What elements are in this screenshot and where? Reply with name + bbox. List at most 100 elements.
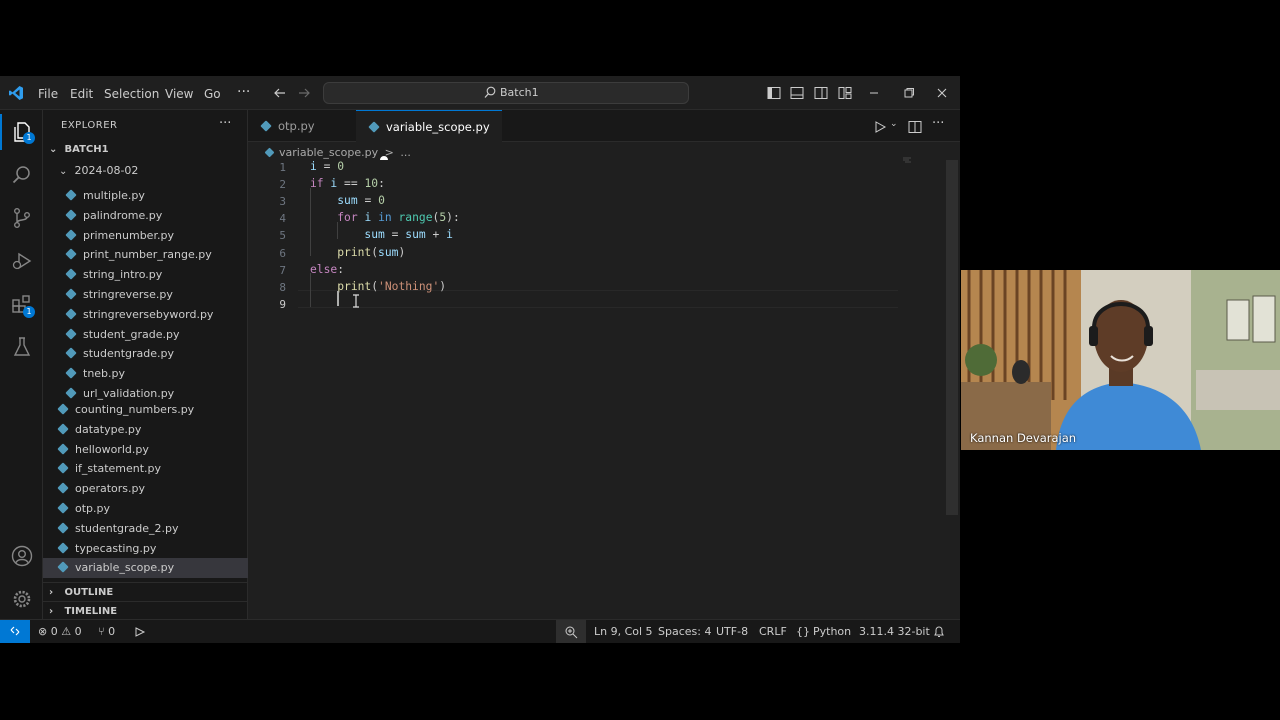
code-line[interactable]: for i in range(5): — [310, 211, 460, 224]
python-file-icon — [65, 209, 77, 221]
code-line[interactable]: sum = 0 — [310, 194, 385, 207]
ports-indicator[interactable]: ⑂ 0 — [98, 625, 115, 638]
problems-indicator[interactable]: ⊗ 0 ⚠ 0 — [38, 625, 82, 638]
source-control-icon[interactable] — [10, 206, 34, 230]
text-cursor-ibeam-icon — [353, 294, 359, 308]
file-item[interactable]: datatype.py — [43, 420, 248, 440]
menu-edit[interactable]: Edit — [70, 87, 93, 101]
code-line[interactable]: print('Nothing') — [310, 280, 446, 293]
minimize-icon[interactable] — [866, 85, 882, 101]
menu-selection[interactable]: Selection — [104, 87, 159, 101]
code-line[interactable]: i = 0 — [310, 160, 344, 173]
cursor-position[interactable]: Ln 9, Col 5 — [594, 625, 653, 638]
editor-more-button[interactable]: ··· — [932, 116, 944, 131]
indentation[interactable]: Spaces: 4 — [658, 625, 711, 638]
testing-icon[interactable] — [10, 335, 34, 359]
remote-button[interactable] — [0, 620, 30, 643]
toggle-primary-sidebar-icon[interactable] — [766, 85, 782, 101]
python-file-icon — [57, 502, 69, 514]
code-line[interactable] — [310, 297, 337, 310]
search-icon — [484, 86, 496, 98]
file-item[interactable]: multiple.py — [43, 186, 248, 206]
timeline-section[interactable]: › TIMELINE — [43, 601, 248, 621]
python-file-icon — [57, 442, 69, 455]
vertical-scrollbar[interactable] — [946, 160, 958, 515]
split-editor-icon[interactable] — [907, 119, 923, 135]
close-icon[interactable] — [934, 85, 950, 101]
toggle-secondary-sidebar-icon[interactable] — [813, 85, 829, 101]
tab-otp[interactable]: otp.py — [248, 110, 356, 142]
debug-launch-icon[interactable] — [133, 626, 147, 638]
file-item[interactable]: palindrome.py — [43, 206, 248, 226]
braces-icon: {} — [796, 625, 810, 638]
search-icon[interactable] — [10, 163, 34, 187]
zoom-button[interactable] — [556, 620, 586, 643]
file-item[interactable]: student_grade.py — [43, 325, 248, 345]
line-number: 1 — [279, 161, 286, 174]
file-item[interactable]: variable_scope.py — [43, 558, 248, 579]
back-arrow-icon[interactable] — [273, 86, 287, 100]
line-number: 5 — [279, 229, 286, 243]
file-item[interactable]: tneb.py — [43, 364, 248, 384]
code-editor[interactable]: 1 2 3 4 5 6 7 8 9 i = 0 if i == 10: sum = 0 for i… — [248, 157, 960, 619]
code-line[interactable]: if i == 10: — [310, 177, 385, 190]
file-item[interactable]: primenumber.py — [43, 226, 248, 246]
code-line[interactable]: print(sum) — [310, 246, 405, 259]
explorer-more-button[interactable]: ··· — [219, 116, 231, 131]
webcam-image — [961, 270, 1280, 450]
file-item[interactable]: operators.py — [43, 479, 248, 499]
toggle-panel-icon[interactable] — [789, 85, 805, 101]
python-file-icon — [57, 423, 69, 435]
accounts-icon[interactable] — [10, 544, 34, 568]
file-item[interactable]: typecasting.py — [43, 539, 248, 559]
notifications-bell-icon[interactable] — [933, 625, 945, 638]
tab-variable-scope[interactable]: variable_scope.py — [356, 110, 502, 164]
language-mode[interactable]: Python — [813, 625, 851, 638]
folder-2024-08-02[interactable]: ⌄ 2024-08-02 — [43, 161, 248, 181]
workspace-header[interactable]: ⌄ BATCH1 — [43, 140, 248, 160]
python-interpreter[interactable]: 3.11.4 32-bit — [859, 625, 930, 638]
forward-arrow-icon[interactable] — [297, 86, 311, 100]
file-item[interactable]: stringreverse.py — [43, 285, 248, 305]
current-line-highlight — [298, 290, 898, 308]
menu-view[interactable]: View — [165, 87, 193, 101]
chevron-down-icon[interactable]: ⌄ — [890, 119, 898, 129]
python-file-icon — [65, 248, 77, 261]
python-file-icon — [65, 228, 77, 241]
code-line[interactable]: else: — [310, 263, 344, 276]
restore-icon[interactable] — [900, 85, 916, 101]
run-debug-icon[interactable] — [10, 249, 34, 273]
file-label: multiple.py — [83, 189, 145, 202]
file-label: tneb.py — [83, 367, 126, 381]
menu-go[interactable]: Go — [204, 87, 221, 101]
command-center-search[interactable]: Batch1 — [323, 82, 689, 104]
file-item[interactable]: studentgrade.py — [43, 344, 248, 364]
line-ending[interactable]: CRLF — [759, 625, 787, 638]
file-item[interactable]: studentgrade_2.py — [43, 519, 248, 539]
file-item[interactable]: otp.py — [43, 499, 248, 519]
customize-layout-icon[interactable] — [837, 85, 853, 101]
timeline-label: TIMELINE — [64, 606, 118, 617]
file-item[interactable]: if_statement.py — [43, 459, 248, 479]
python-file-icon — [368, 121, 380, 133]
encoding[interactable]: UTF-8 — [716, 625, 748, 638]
chevron-down-icon: ⌄ — [49, 144, 58, 155]
python-file-icon — [65, 347, 77, 360]
run-python-icon[interactable] — [872, 119, 888, 135]
python-file-icon — [57, 522, 69, 534]
active-view-indicator — [0, 114, 2, 150]
file-item[interactable]: helloworld.py — [43, 440, 248, 460]
menu-file[interactable]: File — [38, 87, 58, 101]
menu-more-button[interactable]: ··· — [237, 84, 250, 100]
outline-section[interactable]: › OUTLINE — [43, 582, 248, 602]
breadcrumb-file[interactable]: variable_scope.py — [279, 146, 378, 159]
file-item[interactable]: stringreversebyword.py — [43, 305, 248, 325]
breadcrumb-more[interactable]: ... — [400, 146, 411, 159]
file-item[interactable]: print_number_range.py — [43, 245, 248, 265]
file-label: url_validation.py — [83, 387, 175, 400]
code-line[interactable]: sum = sum + i — [310, 228, 453, 241]
settings-gear-icon[interactable] — [10, 587, 34, 611]
file-item[interactable]: string_intro.py — [43, 265, 248, 285]
file-item[interactable]: counting_numbers.py — [43, 400, 248, 420]
explorer-badge: 1 — [23, 132, 35, 144]
